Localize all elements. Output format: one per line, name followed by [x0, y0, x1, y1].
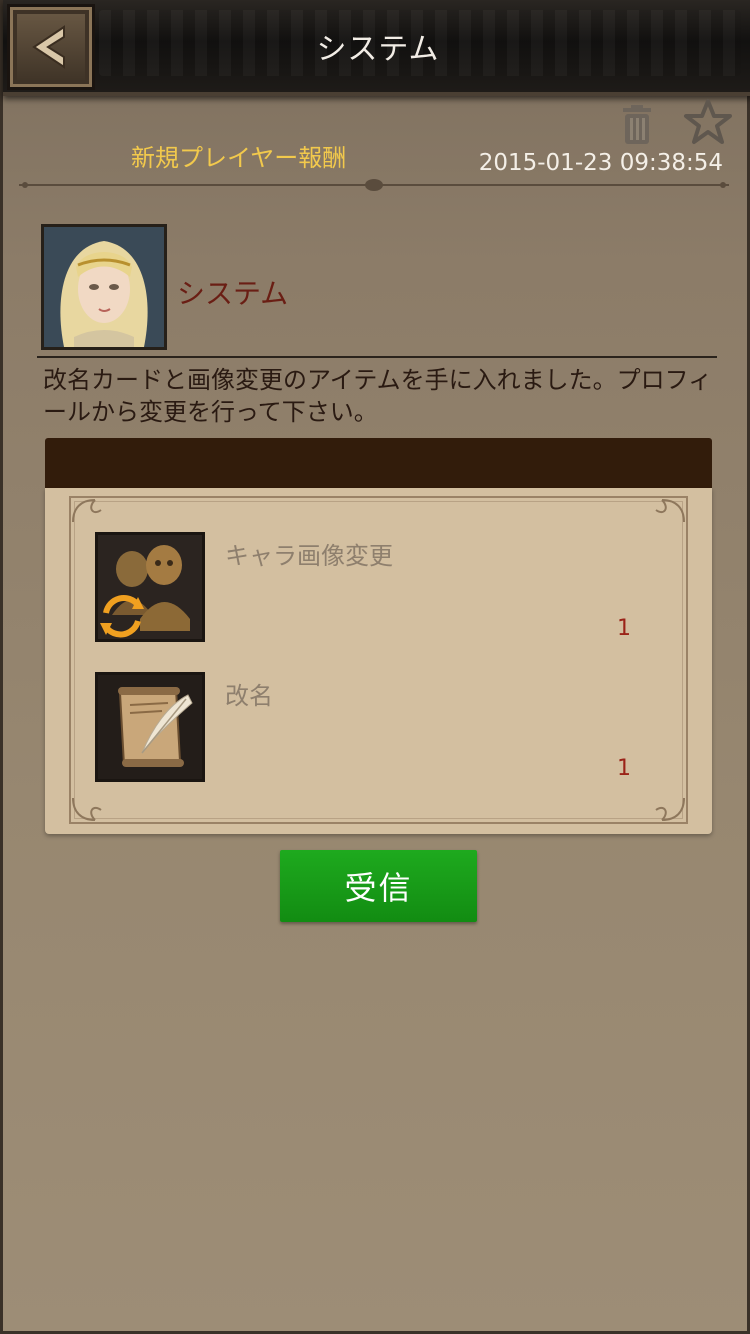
screen: システム 新規プレイヤー報酬 2015-01-23 09:38:54 システム … — [0, 0, 750, 1334]
mail-subject: 新規プレイヤー報酬 — [131, 144, 347, 172]
attachment-quantity: 1 — [617, 756, 631, 781]
attachment-name: キャラ画像変更 — [225, 542, 393, 570]
sender-avatar — [41, 224, 167, 350]
attachment-name: 改名 — [225, 682, 273, 710]
sender-name: システム — [177, 277, 289, 310]
attachment-item-rename[interactable] — [95, 672, 205, 782]
separator-line — [37, 356, 717, 358]
mail-body: 改名カードと画像変更のアイテムを手に入れました。プロフィールから変更を行って下さ… — [43, 366, 713, 426]
header-bar: システム — [3, 0, 750, 96]
star-icon[interactable] — [683, 98, 733, 146]
receive-button[interactable]: 受信 — [280, 850, 477, 922]
character-image-change-icon — [98, 535, 202, 639]
mail-timestamp: 2015-01-23 09:38:54 — [478, 150, 723, 176]
elf-portrait-icon — [44, 227, 164, 347]
ornamental-divider — [19, 179, 729, 191]
attachments-header — [45, 438, 712, 488]
rename-scroll-icon — [98, 675, 202, 779]
attachment-item-character-image[interactable] — [95, 532, 205, 642]
attachment-quantity: 1 — [617, 616, 631, 641]
trash-icon[interactable] — [617, 104, 657, 148]
page-title: システム — [316, 32, 440, 67]
